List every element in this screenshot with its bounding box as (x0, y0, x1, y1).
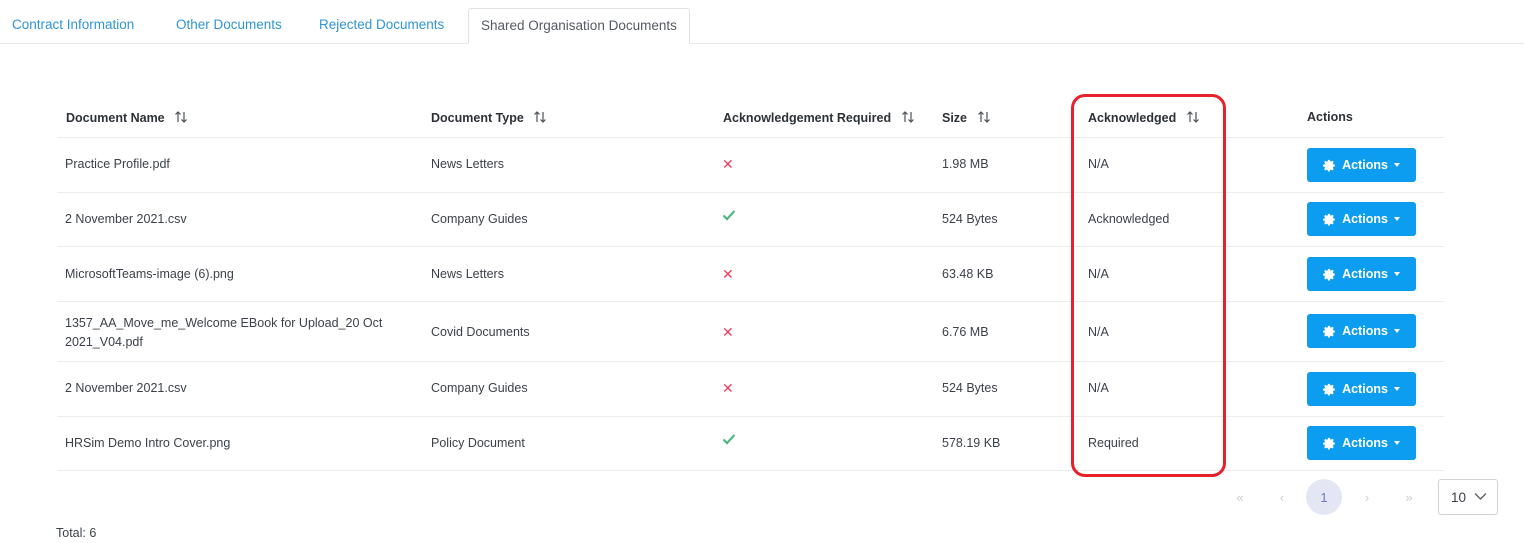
actions-button-label: Actions (1342, 267, 1388, 281)
page-1-button[interactable]: 1 (1306, 479, 1342, 515)
x-icon: ✕ (722, 324, 734, 340)
actions-button-label: Actions (1342, 158, 1388, 172)
document-name[interactable]: 2 November 2021.csv (65, 212, 187, 226)
acknowledged-status: Required (1088, 436, 1139, 450)
acknowledged-status: N/A (1088, 325, 1109, 339)
document-type: Company Guides (431, 381, 528, 395)
document-type: Company Guides (431, 212, 528, 226)
document-size: 1.98 MB (942, 157, 989, 171)
tab-shared-organisation-documents[interactable]: Shared Organisation Documents (468, 8, 690, 44)
table-row: HRSim Demo Intro Cover.png Policy Docume… (57, 416, 1444, 471)
tab-rejected-documents[interactable]: Rejected Documents (307, 8, 456, 42)
actions-button[interactable]: Actions (1307, 202, 1416, 236)
header-acknowledged[interactable]: Acknowledged (1088, 110, 1200, 127)
document-type: Policy Document (431, 436, 525, 450)
actions-button-label: Actions (1342, 324, 1388, 338)
table-row: 2 November 2021.csv Company Guides ✕ 524… (57, 361, 1444, 417)
header-document-type[interactable]: Document Type (431, 110, 547, 127)
header-ack-required-label: Acknowledgement Required (723, 110, 892, 125)
document-size: 524 Bytes (942, 381, 998, 395)
document-name[interactable]: 2 November 2021.csv (65, 381, 187, 395)
header-size-label: Size (942, 110, 968, 125)
table-row: MicrosoftTeams-image (6).png News Letter… (57, 246, 1444, 302)
last-page-button[interactable]: » (1391, 479, 1427, 515)
sort-icon[interactable] (901, 110, 915, 127)
acknowledged-status: N/A (1088, 381, 1109, 395)
document-name[interactable]: Practice Profile.pdf (65, 157, 170, 171)
actions-button[interactable]: Actions (1307, 314, 1416, 348)
sort-icon[interactable] (977, 110, 991, 127)
actions-button[interactable]: Actions (1307, 372, 1416, 406)
actions-button[interactable]: Actions (1307, 257, 1416, 291)
caret-down-icon (1393, 163, 1400, 167)
x-icon: ✕ (722, 380, 734, 396)
gear-icon (1323, 437, 1335, 450)
table-header-row: Document Name Document Type Acknowledgem… (57, 96, 1444, 138)
page-size-value: 10 (1451, 489, 1467, 505)
actions-button[interactable]: Actions (1307, 148, 1416, 182)
header-size[interactable]: Size (942, 110, 991, 127)
gear-icon (1323, 325, 1335, 338)
x-icon: ✕ (722, 266, 734, 282)
actions-button[interactable]: Actions (1307, 426, 1416, 460)
actions-button-label: Actions (1342, 212, 1388, 226)
caret-down-icon (1393, 272, 1400, 276)
gear-icon (1323, 213, 1335, 226)
document-type: News Letters (431, 267, 504, 281)
actions-button-label: Actions (1342, 382, 1388, 396)
document-name[interactable]: 1357_AA_Move_me_Welcome EBook for Upload… (65, 314, 382, 352)
gear-icon (1323, 159, 1335, 172)
document-size: 6.76 MB (942, 325, 989, 339)
document-size: 524 Bytes (942, 212, 998, 226)
caret-down-icon (1393, 217, 1400, 221)
chevron-down-icon (1474, 493, 1487, 500)
total-count: Total: 6 (56, 526, 97, 540)
tab-bar: Contract Information Other Documents Rej… (0, 0, 1524, 44)
caret-down-icon (1393, 387, 1400, 391)
header-actions: Actions (1307, 110, 1353, 124)
prev-page-button[interactable]: ‹ (1264, 479, 1300, 515)
table-row: 2 November 2021.csv Company Guides 524 B… (57, 192, 1444, 247)
document-type: Covid Documents (431, 325, 530, 339)
header-document-type-label: Document Type (431, 110, 524, 125)
x-icon: ✕ (722, 156, 734, 172)
header-document-name-label: Document Name (66, 110, 165, 125)
caret-down-icon (1393, 441, 1400, 445)
acknowledged-status: N/A (1088, 267, 1109, 281)
table-row: 1357_AA_Move_me_Welcome EBook for Upload… (57, 301, 1444, 362)
header-acknowledged-label: Acknowledged (1088, 110, 1177, 125)
tab-other-documents[interactable]: Other Documents (164, 8, 294, 42)
check-icon (722, 433, 736, 448)
sort-icon[interactable] (533, 110, 547, 127)
actions-button-label: Actions (1342, 436, 1388, 450)
document-name[interactable]: HRSim Demo Intro Cover.png (65, 436, 230, 450)
caret-down-icon (1393, 329, 1400, 333)
sort-icon[interactable] (174, 110, 188, 127)
sort-icon[interactable] (1186, 110, 1200, 127)
check-icon (722, 209, 736, 224)
gear-icon (1323, 268, 1335, 281)
document-name-line: 2021_V04.pdf (65, 335, 143, 349)
tab-contract-information[interactable]: Contract Information (0, 8, 146, 42)
next-page-button[interactable]: › (1349, 479, 1385, 515)
acknowledged-status: Acknowledged (1088, 212, 1170, 226)
page-size-select[interactable]: 10 (1438, 479, 1498, 515)
document-type: News Letters (431, 157, 504, 171)
document-name-line: 1357_AA_Move_me_Welcome EBook for Upload… (65, 316, 383, 330)
first-page-button[interactable]: « (1222, 479, 1258, 515)
header-document-name[interactable]: Document Name (66, 110, 188, 127)
table-row: Practice Profile.pdf News Letters ✕ 1.98… (57, 137, 1444, 193)
acknowledged-status: N/A (1088, 157, 1109, 171)
document-size: 63.48 KB (942, 267, 994, 281)
document-name[interactable]: MicrosoftTeams-image (6).png (65, 267, 234, 281)
header-ack-required[interactable]: Acknowledgement Required (723, 110, 915, 127)
gear-icon (1323, 383, 1335, 396)
document-size: 578.19 KB (942, 436, 1001, 450)
